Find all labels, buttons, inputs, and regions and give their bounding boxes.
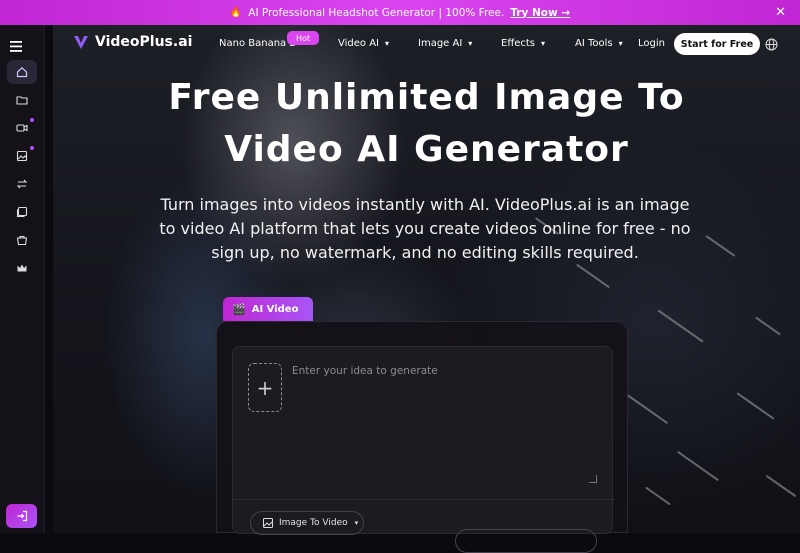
promo-text: AI Professional Headshot Generator | 100… <box>248 6 505 19</box>
mode-label: Image To Video <box>279 518 348 528</box>
page-title: Free Unlimited Image To Video AI Generat… <box>53 72 800 176</box>
nav-video-ai[interactable]: Video AI ▾ <box>338 38 389 49</box>
start-for-free-button[interactable]: Start for Free <box>674 33 760 55</box>
login-link[interactable]: Login <box>638 38 665 49</box>
top-nav: VideoPlus.ai Nano Banana 2 Hot Video AI … <box>53 25 800 61</box>
nav-ai-tools[interactable]: AI Tools ▾ <box>575 38 623 49</box>
chevron-down-icon: ▾ <box>354 519 359 527</box>
promo-try-now-link[interactable]: Try Now → <box>510 7 570 19</box>
nav-label: AI Tools <box>575 38 613 49</box>
chevron-down-icon: ▾ <box>541 39 546 48</box>
prompt-box: + Image To Video ▾ <box>232 346 614 553</box>
generator-panel: + Image To Video ▾ <box>216 321 628 553</box>
logo-text: VideoPlus.ai <box>95 34 193 50</box>
divider <box>233 499 614 500</box>
tab-label: AI Video <box>251 303 299 315</box>
nav-label: Effects <box>501 38 535 49</box>
home-icon[interactable] <box>7 60 37 84</box>
shop-icon[interactable] <box>7 228 37 252</box>
folder-icon[interactable] <box>7 88 37 112</box>
video-icon[interactable] <box>7 116 37 140</box>
title-line: Free Unlimited Image To <box>168 77 685 118</box>
upload-image-button[interactable]: + <box>248 363 282 412</box>
globe-icon[interactable] <box>765 36 778 55</box>
plus-icon: + <box>256 375 274 400</box>
title-line: Video AI Generator <box>224 129 629 170</box>
promo-banner: 🔥 AI Professional Headshot Generator | 1… <box>0 0 800 25</box>
tab-ai-video[interactable]: 🎬 AI Video <box>223 297 313 321</box>
gallery-icon[interactable] <box>7 200 37 224</box>
resize-handle[interactable] <box>589 475 597 483</box>
nav-label: Nano Banana 2 <box>219 38 296 49</box>
nav-image-ai[interactable]: Image AI ▾ <box>418 38 472 49</box>
close-icon[interactable]: ✕ <box>775 5 786 20</box>
sidebar <box>0 25 45 533</box>
hamburger-menu-icon[interactable] <box>10 37 22 56</box>
crown-icon[interactable] <box>7 256 37 280</box>
swap-icon[interactable] <box>7 172 37 196</box>
nav-nano-banana[interactable]: Nano Banana 2 <box>219 38 296 49</box>
prompt-input[interactable] <box>292 365 592 483</box>
hero-subtitle: Turn images into videos instantly with A… <box>159 195 691 262</box>
chevron-down-icon: ▾ <box>468 39 473 48</box>
chevron-down-icon: ▾ <box>385 39 390 48</box>
nav-label: Image AI <box>418 38 463 49</box>
mode-select[interactable]: Image To Video ▾ <box>250 511 364 535</box>
chevron-down-icon: ▾ <box>618 39 623 48</box>
logo-icon <box>74 36 88 49</box>
nav-effects[interactable]: Effects ▾ <box>501 38 545 49</box>
clapperboard-icon: 🎬 <box>232 302 246 316</box>
nav-label: Video AI <box>338 38 379 49</box>
image-icon[interactable] <box>7 144 37 168</box>
fire-icon: 🔥 <box>229 7 243 18</box>
image-icon <box>263 518 273 528</box>
hot-badge: Hot <box>287 31 319 45</box>
logo[interactable]: VideoPlus.ai <box>73 34 192 50</box>
login-icon[interactable] <box>6 504 37 528</box>
